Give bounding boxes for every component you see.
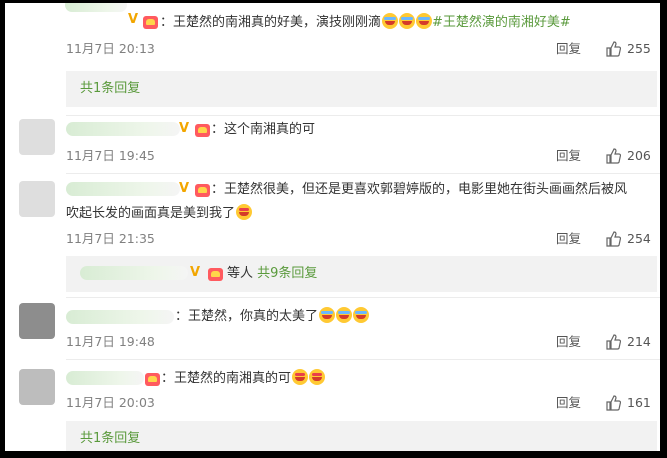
- comment-item: ：王楚然的南湘真的可 11月7日 20:03 回复 161: [5, 359, 660, 421]
- like-count: 161: [627, 395, 651, 410]
- emoji-cry-face: [416, 13, 433, 29]
- reply-count-link[interactable]: 等人 共9条回复: [227, 264, 317, 284]
- comment-time: 11月7日 20:13: [66, 41, 155, 56]
- comment-text-line-1: ：王楚然很美，但还是更喜欢郭碧婷版的，电影里她在街头画画然后被风: [211, 182, 628, 197]
- replier-username-blurred[interactable]: [80, 266, 188, 280]
- reply-button[interactable]: 回复: [556, 334, 581, 350]
- thumbs-up-icon[interactable]: [605, 41, 621, 57]
- comment-text: ：王楚然的南湘真的好美，演技刚刚滴 #王楚然演的南湘好美#: [160, 13, 571, 30]
- emoji-cry-face: [353, 307, 370, 323]
- reply-summary[interactable]: 共1条回复: [66, 421, 657, 451]
- emoji-heart-eyes-face: [309, 369, 326, 385]
- reply-button[interactable]: 回复: [556, 231, 581, 247]
- username-blurred[interactable]: [66, 310, 174, 324]
- emoji-heart-eyes-face: [292, 369, 309, 385]
- emoji-cry-face: [319, 307, 336, 323]
- avatar[interactable]: [19, 369, 55, 405]
- comment-text: ：这个南湘真的可: [211, 122, 316, 137]
- comment-text: ：王楚然，你真的太美了: [175, 307, 370, 327]
- avatar[interactable]: [19, 303, 55, 339]
- verified-v-icon: V: [179, 181, 190, 196]
- avatar[interactable]: [19, 181, 55, 217]
- like-count: 206: [627, 148, 651, 163]
- comment-time: 11月7日 19:45: [66, 148, 155, 163]
- comment-time: 11月7日 20:03: [66, 395, 155, 410]
- comment-item: ：王楚然，你真的太美了 11月7日 19:48 回复 214: [5, 297, 660, 359]
- reply-button[interactable]: 回复: [556, 148, 581, 164]
- username-blurred[interactable]: [66, 182, 180, 196]
- hashtag-link[interactable]: #王楚然演的南湘好美#: [432, 15, 571, 30]
- reply-summary[interactable]: 共1条回复: [66, 71, 657, 107]
- reply-button[interactable]: 回复: [556, 395, 581, 411]
- verified-v-icon: V: [190, 265, 201, 280]
- member-crown-icon: [143, 16, 158, 29]
- thumbs-up-icon[interactable]: [605, 231, 621, 247]
- member-crown-icon: [145, 373, 160, 386]
- member-crown-icon: [208, 268, 223, 281]
- emoji-cry-face: [399, 13, 416, 29]
- verified-v-icon: V: [128, 12, 139, 27]
- emoji-cry-face: [336, 307, 353, 323]
- comment-text-line-2: 吹起长发的画面真是美到我了: [66, 204, 253, 224]
- member-crown-icon: [195, 184, 210, 197]
- emoji-heart-eyes-face: [236, 204, 253, 220]
- reply-count-link[interactable]: 共1条回复: [80, 429, 140, 449]
- reply-summary[interactable]: V 等人 共9条回复: [66, 256, 657, 292]
- comment-item: V ：这个南湘真的可 11月7日 19:45 回复 206: [5, 115, 660, 175]
- thumbs-up-icon[interactable]: [605, 395, 621, 411]
- username-blurred[interactable]: [66, 122, 180, 136]
- comment-time: 11月7日 19:48: [66, 334, 155, 349]
- like-count: 254: [627, 231, 651, 246]
- like-count: 255: [627, 41, 651, 56]
- emoji-cry-face: [382, 13, 399, 29]
- like-count: 214: [627, 334, 651, 349]
- comment-list: V ：王楚然的南湘真的好美，演技刚刚滴 #王楚然演的南湘好美# 11月7日 20:…: [5, 3, 660, 451]
- comment-item: V ：王楚然的南湘真的好美，演技刚刚滴 #王楚然演的南湘好美# 11月7日 20:…: [5, 3, 660, 61]
- reply-count-link[interactable]: 共1条回复: [80, 79, 140, 99]
- thumbs-up-icon[interactable]: [605, 334, 621, 350]
- verified-v-icon: V: [179, 121, 190, 136]
- username-blurred[interactable]: [66, 371, 144, 385]
- thumbs-up-icon[interactable]: [605, 148, 621, 164]
- username-blurred[interactable]: [65, 3, 127, 12]
- avatar[interactable]: [19, 119, 55, 155]
- comment-time: 11月7日 21:35: [66, 231, 155, 246]
- comment-text: ：王楚然的南湘真的可: [161, 369, 326, 389]
- comment-item: V ：王楚然很美，但还是更喜欢郭碧婷版的，电影里她在街头画画然后被风 吹起长发的…: [5, 173, 660, 253]
- reply-button[interactable]: 回复: [556, 41, 581, 57]
- member-crown-icon: [195, 124, 210, 137]
